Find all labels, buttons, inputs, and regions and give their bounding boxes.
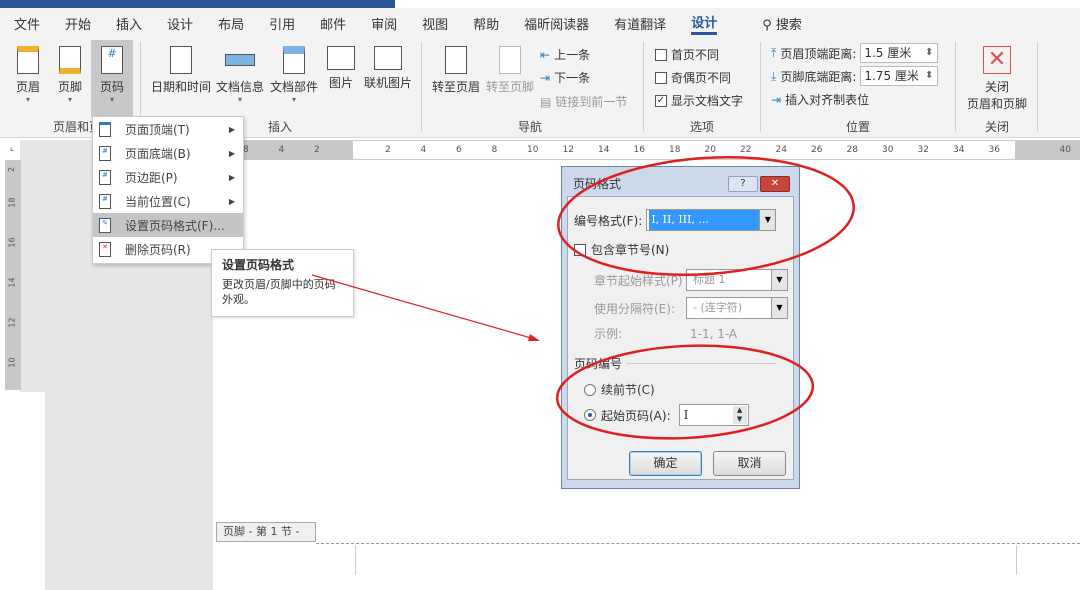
annotation-arrow (312, 275, 538, 340)
margin-mark (355, 545, 356, 575)
footer-boundary-line (316, 543, 1080, 544)
annotation-circle-format (554, 148, 857, 284)
footer-section-label: 页脚 - 第 1 节 - (216, 522, 316, 542)
arrow-head-icon (528, 334, 540, 341)
annotation-circle-numbering (555, 339, 815, 444)
margin-mark (1016, 545, 1017, 575)
annotation-layer (0, 0, 1080, 590)
